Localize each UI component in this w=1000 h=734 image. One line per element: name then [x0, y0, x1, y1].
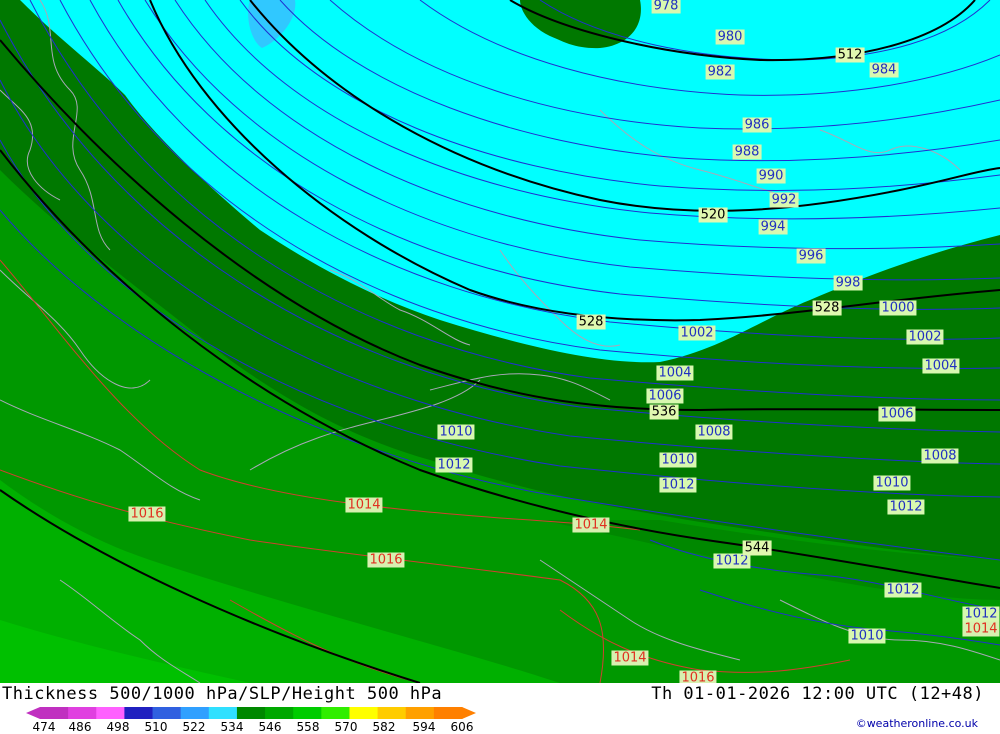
isobar-label: 1016: [367, 552, 405, 568]
isobar-label: 1012: [962, 606, 1000, 622]
isobar-label: 1012: [659, 477, 697, 493]
map-title: Thickness 500/1000 hPa/SLP/Height 500 hP…: [2, 684, 443, 704]
isobar-label: 994: [758, 219, 788, 235]
height-label: 520: [698, 207, 728, 223]
scale-swatch: [236, 707, 266, 719]
scale-swatch: [293, 707, 322, 719]
isobar-label: 1004: [656, 365, 694, 381]
scale-tick-label: 570: [334, 720, 358, 734]
scale-tick-label: 498: [106, 720, 130, 734]
scale-swatch: [152, 707, 182, 719]
height-label: 536: [649, 404, 679, 420]
isobar-label: 978: [651, 0, 681, 14]
isobar-label: 996: [796, 248, 826, 264]
credit-link[interactable]: ©weatheronline.co.uk: [856, 717, 978, 730]
isobar-label: 1010: [873, 475, 911, 491]
scale-swatch: [96, 707, 125, 719]
scale-arrow-left: [26, 707, 40, 719]
color-scale: [26, 707, 476, 719]
isobar-label: 1012: [713, 553, 751, 569]
scale-tick-label: 534: [220, 720, 244, 734]
isobar-label: 1012: [435, 457, 473, 473]
isobar-label: 1008: [921, 448, 959, 464]
isobar-label: 1006: [878, 406, 916, 422]
height-label: 528: [812, 300, 842, 316]
isobar-label: 1016: [679, 670, 717, 683]
scale-swatch: [68, 707, 97, 719]
scale-swatch: [208, 707, 238, 719]
scale-swatch: [433, 707, 463, 719]
isobar-label: 984: [869, 62, 899, 78]
isobar-label: 1012: [884, 582, 922, 598]
isobar-label: 1000: [879, 300, 917, 316]
isobar-label: 986: [742, 117, 772, 133]
isobar-label: 1014: [611, 650, 649, 666]
isobar-label: 1016: [128, 506, 166, 522]
scale-swatch: [124, 707, 154, 719]
isobar-label: 988: [732, 144, 762, 160]
isobar-label: 1002: [678, 325, 716, 341]
height-label: 512: [835, 47, 865, 63]
scale-arrow-right: [462, 707, 476, 719]
scale-tick-label: 486: [68, 720, 92, 734]
isobar-label: 992: [769, 192, 799, 208]
scale-tick-label: 510: [144, 720, 168, 734]
isobar-label: 1010: [848, 628, 886, 644]
isobar-label: 998: [833, 275, 863, 291]
isobar-label: 982: [705, 64, 735, 80]
isobar-label: 1012: [887, 499, 925, 515]
isobar-label: 1004: [922, 358, 960, 374]
scale-swatch: [321, 707, 350, 719]
isobar-label: 1008: [695, 424, 733, 440]
scale-swatch: [405, 707, 435, 719]
scale-swatch: [349, 707, 379, 719]
color-scale-labels: 474 486 498 510 522 534 546 558 570 582 594 606: [0, 720, 520, 734]
scale-swatch: [40, 707, 69, 719]
isobar-label: 1002: [906, 329, 944, 345]
scale-tick-label: 558: [296, 720, 320, 734]
scale-tick-label: 606: [450, 720, 474, 734]
isobar-label: 1014: [572, 517, 610, 533]
scale-tick-label: 546: [258, 720, 282, 734]
isobar-label: 980: [715, 29, 745, 45]
isobar-label: 1010: [437, 424, 475, 440]
scale-swatch: [180, 707, 210, 719]
isobar-label: 1006: [646, 388, 684, 404]
scale-swatch: [377, 707, 407, 719]
isobar-label: 1014: [962, 621, 1000, 637]
height-label: 544: [742, 540, 772, 556]
isobar-label: 990: [756, 168, 786, 184]
scale-tick-label: 582: [372, 720, 396, 734]
weather-map: 978 980 982 984 986 988 990 992 994 996 998 1000 100…: [0, 0, 1000, 683]
isobar-label: 1010: [659, 452, 697, 468]
isobar-label: 1014: [345, 497, 383, 513]
scale-tick-label: 594: [412, 720, 436, 734]
height-label: 528: [576, 314, 606, 330]
map-datetime: Th 01-01-2026 12:00 UTC (12+48): [651, 684, 984, 704]
scale-swatch: [265, 707, 294, 719]
scale-tick-label: 474: [32, 720, 56, 734]
scale-tick-label: 522: [182, 720, 206, 734]
